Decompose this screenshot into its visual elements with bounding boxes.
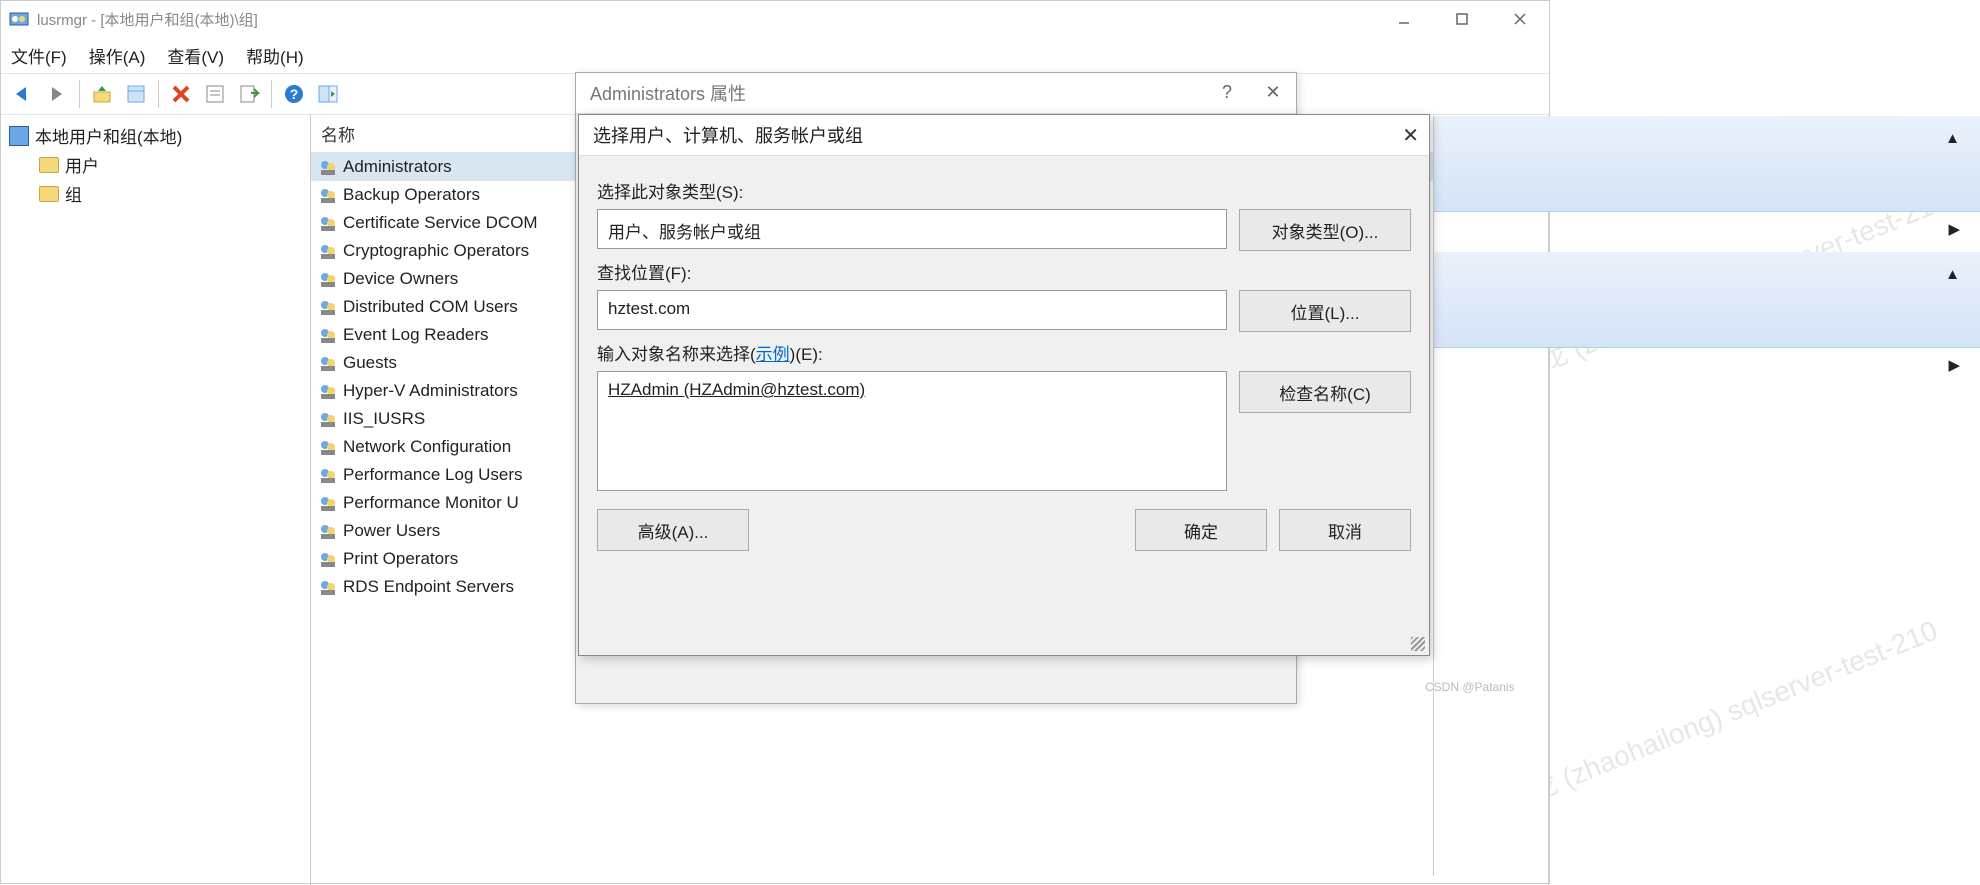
close-button[interactable]: ✕ (1402, 123, 1419, 148)
help-button[interactable]: ? (1204, 73, 1250, 111)
check-names-button[interactable]: 检查名称(C) (1239, 371, 1411, 413)
list-item-label: Print Operators (343, 549, 458, 569)
list-item-label: Backup Operators (343, 185, 480, 205)
expand-icon: ▶ (1948, 220, 1960, 238)
tree-root-label: 本地用户和组(本地) (35, 123, 182, 148)
help-button[interactable]: ? (278, 78, 310, 110)
object-names-label: 输入对象名称来选择(示例)(E): (597, 340, 1411, 365)
expand-icon: ▶ (1948, 356, 1960, 374)
menubar: 文件(F) 操作(A) 查看(V) 帮助(H) (1, 37, 1549, 73)
group-icon (319, 410, 337, 428)
computer-icon (9, 126, 29, 146)
menu-help[interactable]: 帮助(H) (246, 43, 304, 68)
collapse-icon: ▲ (1945, 130, 1960, 147)
list-item-label: RDS Endpoint Servers (343, 577, 514, 597)
app-icon (9, 9, 29, 29)
close-button[interactable]: ✕ (1250, 73, 1296, 111)
delete-button[interactable] (165, 78, 197, 110)
list-item-label: Hyper-V Administrators (343, 381, 518, 401)
group-icon (319, 158, 337, 176)
tree-groups[interactable]: 组 (5, 179, 306, 208)
up-button[interactable] (86, 78, 118, 110)
group-icon (319, 578, 337, 596)
group-icon (319, 270, 337, 288)
group-icon (319, 242, 337, 260)
tree-pane: 本地用户和组(本地) 用户 组 (1, 115, 311, 885)
actions-section[interactable]: ▲ (1434, 116, 1980, 212)
collapse-icon: ▲ (1945, 266, 1960, 283)
toolbar-separator (158, 80, 159, 108)
svg-text:?: ? (290, 86, 299, 102)
select-dialog-title: 选择用户、计算机、服务帐户或组 (579, 115, 1429, 156)
tree-users[interactable]: 用户 (5, 150, 306, 179)
minimize-button[interactable] (1375, 1, 1433, 37)
list-item-label: Device Owners (343, 269, 458, 289)
location-field: hztest.com (597, 290, 1227, 330)
group-icon (319, 550, 337, 568)
window-title: lusrmgr - [本地用户和组(本地)\组] (37, 9, 258, 30)
properties-title: Administrators 属性 (576, 73, 1296, 114)
menu-action[interactable]: 操作(A) (89, 43, 146, 68)
list-item-label: Distributed COM Users (343, 297, 518, 317)
group-icon (319, 466, 337, 484)
actions-gap: ▶ (1434, 212, 1980, 252)
folder-icon (39, 186, 59, 202)
tree-groups-label: 组 (65, 181, 82, 206)
group-icon (319, 186, 337, 204)
locations-button[interactable]: 位置(L)... (1239, 290, 1411, 332)
toolbar-separator (79, 80, 80, 108)
list-item-label: Network Configuration (343, 437, 511, 457)
menu-file[interactable]: 文件(F) (11, 43, 67, 68)
detail-pane-button[interactable] (312, 78, 344, 110)
list-item-label: Administrators (343, 157, 452, 177)
group-icon (319, 214, 337, 232)
menu-view[interactable]: 查看(V) (167, 43, 224, 68)
group-icon (319, 438, 337, 456)
list-item-label: Performance Monitor U (343, 493, 519, 513)
group-icon (319, 354, 337, 372)
close-button[interactable] (1491, 1, 1549, 37)
refresh-button[interactable] (199, 78, 231, 110)
select-users-dialog: 选择用户、计算机、服务帐户或组 ✕ 选择此对象类型(S): 用户、服务帐户或组 … (578, 114, 1430, 656)
group-icon (319, 382, 337, 400)
list-item-label: IIS_IUSRS (343, 409, 425, 429)
location-label: 查找位置(F): (597, 259, 1411, 284)
folder-icon (39, 157, 59, 173)
group-icon (319, 298, 337, 316)
credit-text: CSDN @Patanis (1425, 680, 1515, 694)
group-icon (319, 326, 337, 344)
forward-button[interactable] (41, 78, 73, 110)
list-item-label: Power Users (343, 521, 440, 541)
resize-grip[interactable] (1411, 637, 1425, 651)
maximize-button[interactable] (1433, 1, 1491, 37)
export-button[interactable] (233, 78, 265, 110)
list-item-label: Cryptographic Operators (343, 241, 529, 261)
list-item-label: Performance Log Users (343, 465, 523, 485)
list-item-label: Event Log Readers (343, 325, 489, 345)
object-types-button[interactable]: 对象类型(O)... (1239, 209, 1411, 251)
object-names-input[interactable]: HZAdmin (HZAdmin@hztest.com) (597, 371, 1227, 491)
list-item-label: Guests (343, 353, 397, 373)
object-type-field: 用户、服务帐户或组 (597, 209, 1227, 249)
actions-pane: ▲ ▶ ▲ ▶ (1433, 116, 1980, 876)
tree-users-label: 用户 (65, 152, 99, 177)
back-button[interactable] (7, 78, 39, 110)
list-item-label: Certificate Service DCOM (343, 213, 538, 233)
object-type-label: 选择此对象类型(S): (597, 178, 1411, 203)
ok-button[interactable]: 确定 (1135, 509, 1267, 551)
actions-gap: ▶ (1434, 348, 1980, 388)
toolbar-separator (271, 80, 272, 108)
titlebar: lusrmgr - [本地用户和组(本地)\组] (1, 1, 1549, 37)
tree-root[interactable]: 本地用户和组(本地) (5, 121, 306, 150)
cancel-button[interactable]: 取消 (1279, 509, 1411, 551)
advanced-button[interactable]: 高级(A)... (597, 509, 749, 551)
properties-button[interactable] (120, 78, 152, 110)
actions-section[interactable]: ▲ (1434, 252, 1980, 348)
group-icon (319, 494, 337, 512)
examples-link[interactable]: 示例 (756, 345, 790, 364)
group-icon (319, 522, 337, 540)
